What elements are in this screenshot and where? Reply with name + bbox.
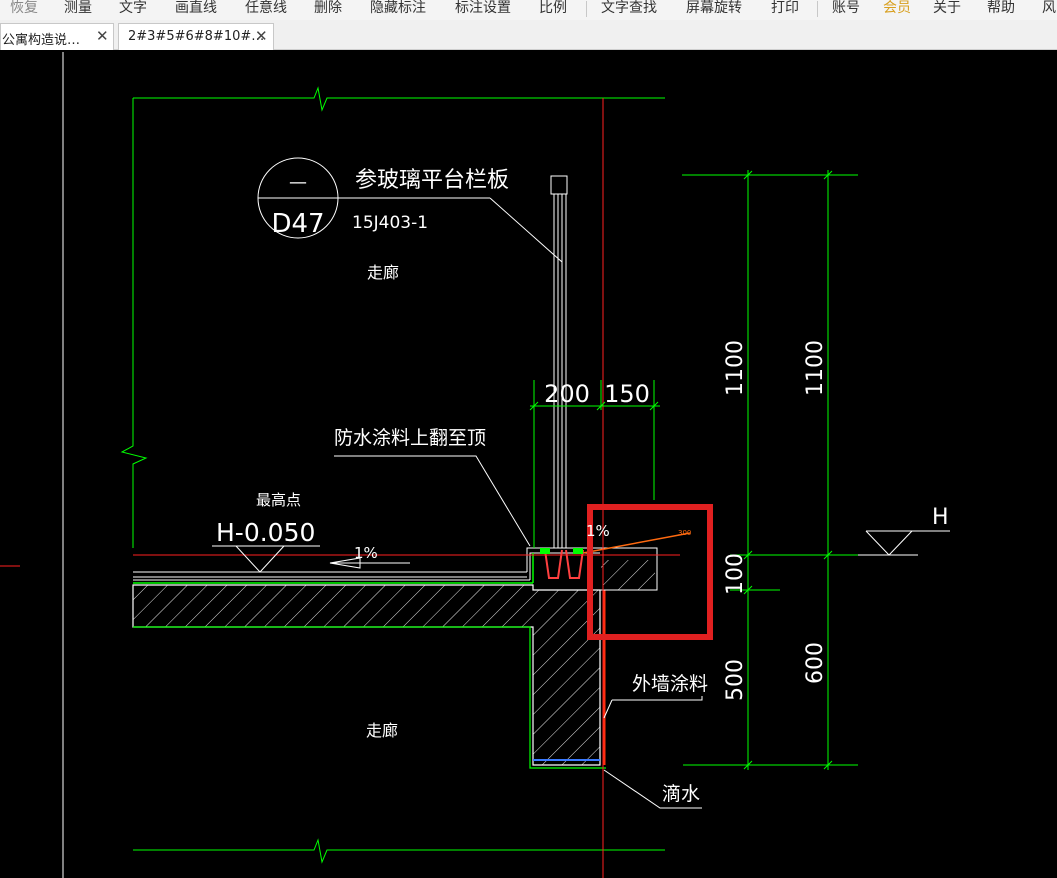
dimension-1100-outer: 1100 [803,340,828,396]
menu-separator [586,1,587,17]
dimension-500: 500 [723,659,748,701]
level-symbol [858,530,950,556]
menu-scale[interactable]: 比例 [539,0,567,17]
railing-anchor [540,548,584,579]
dimension-150: 150 [604,380,650,408]
menu-member[interactable]: 会员 [883,0,911,17]
menu-bar: 恢复 测量 文字 画直线 任意线 删除 隐藏标注 标注设置 比例 文字查找 屏幕… [0,0,1057,20]
detail-index-top: — [289,172,307,193]
tab-building-drawing[interactable]: 2#3#5#6#8#10#… ✕ [118,23,274,50]
drip-label: 滴水 [662,783,700,805]
menu-text-search[interactable]: 文字查找 [601,0,657,17]
tab-label: 2#3#5#6#8#10#… [128,29,265,44]
close-icon[interactable]: ✕ [96,27,109,45]
corridor-label-lower: 走廊 [366,721,398,740]
curb-slope-label: 1% [586,522,610,540]
standard-reference: 15J403-1 [352,213,428,233]
detail-index-id: D47 [271,209,324,239]
tab-label: 公寓构造说… [2,33,81,48]
menu-print[interactable]: 打印 [771,0,799,17]
menu-text[interactable]: 文字 [119,0,147,17]
elevation-value: H-0.050 [216,518,315,547]
menu-style[interactable]: 风 [1042,0,1056,17]
slope-label: 1% [354,544,378,562]
railing-label: 参玻璃平台栏板 [355,168,509,193]
menu-dim-settings[interactable]: 标注设置 [455,0,511,17]
dimension-600: 600 [803,642,828,684]
tab-apartment-construction[interactable]: 公寓构造说… ✕ [0,23,114,50]
level-h-label: H [932,505,949,530]
menu-delete[interactable]: 删除 [314,0,342,17]
edge-curb-hatch [600,560,655,590]
menu-measure[interactable]: 测量 [64,0,92,17]
menu-about[interactable]: 关于 [933,0,961,17]
cad-drawing-canvas[interactable]: — D47 参玻璃平台栏板 15J403-1 走廊 防水涂料上翻至顶 最高点 H… [0,50,1057,878]
glass-railing [550,175,568,548]
exterior-paint-label: 外墙涂料 [632,673,708,695]
corridor-label-upper: 走廊 [367,263,399,282]
menu-restore[interactable]: 恢复 [10,0,38,17]
close-icon[interactable]: ✕ [255,27,268,45]
highest-point-label: 最高点 [256,491,301,509]
dimension-200: 200 [544,380,590,408]
document-tab-bar: 公寓构造说… ✕ 2#3#5#6#8#10#… ✕ [0,20,1057,50]
elevation-marker [212,545,320,573]
menu-hide-dims[interactable]: 隐藏标注 [370,0,426,17]
menu-screen-rotate[interactable]: 屏幕旋转 [686,0,742,17]
menu-free-line[interactable]: 任意线 [245,0,287,17]
menu-draw-line[interactable]: 画直线 [175,0,217,17]
small-dimension-note: 300 [678,529,691,537]
dimension-100: 100 [723,553,748,595]
waterproof-note: 防水涂料上翻至顶 [334,427,486,449]
dimension-1100-inner: 1100 [723,340,748,396]
menu-help[interactable]: 帮助 [987,0,1015,17]
menu-separator [817,1,818,17]
menu-account[interactable]: 账号 [832,0,860,17]
